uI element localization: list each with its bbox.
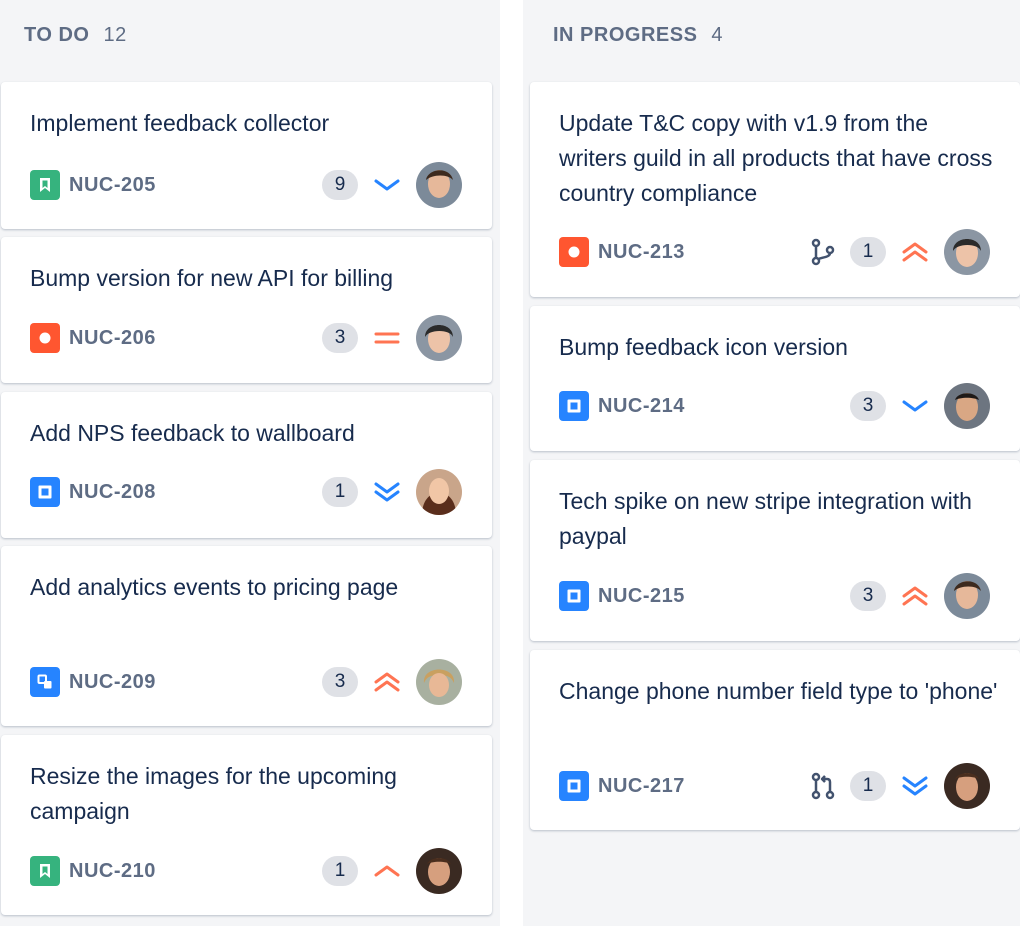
assignee-avatar[interactable] — [944, 763, 990, 809]
issue-summary: Add analytics events to pricing page — [30, 574, 399, 600]
assignee-avatar[interactable] — [416, 315, 462, 361]
story-icon — [30, 170, 60, 200]
priority-low-icon — [370, 168, 404, 202]
task-icon — [559, 771, 589, 801]
priority-highest-icon — [898, 579, 932, 613]
story-points-badge: 3 — [850, 581, 886, 611]
issue-meta: NUC-210 1 — [30, 848, 462, 894]
issue-card[interactable]: Tech spike on new stripe integration wit… — [530, 460, 1020, 641]
issue-card[interactable]: Add NPS feedback to wallboard NUC-208 1 — [1, 392, 492, 538]
assignee-avatar[interactable] — [944, 229, 990, 275]
issue-key[interactable]: NUC-208 — [69, 481, 156, 504]
issue-summary: Implement feedback collector — [30, 110, 330, 136]
assignee-avatar[interactable] — [416, 162, 462, 208]
task-icon — [559, 391, 589, 421]
story-points-badge: 3 — [322, 667, 358, 697]
story-points-badge: 9 — [322, 170, 358, 200]
task-icon — [30, 477, 60, 507]
bug-icon — [559, 237, 589, 267]
issue-card[interactable]: Bump feedback icon version NUC-214 3 — [530, 306, 1020, 451]
issue-summary: Update T&C copy with v1.9 from the write… — [559, 110, 993, 206]
issue-summary: Bump version for new API for billing — [30, 265, 394, 291]
bug-icon — [30, 323, 60, 353]
priority-highest-icon — [898, 235, 932, 269]
subtask-icon — [30, 667, 60, 697]
issue-key[interactable]: NUC-213 — [598, 241, 685, 264]
column-todo: TO DO 12 Implement feedback collector NU… — [0, 0, 500, 926]
issue-meta: NUC-217 1 — [559, 763, 990, 809]
issue-key[interactable]: NUC-209 — [69, 671, 156, 694]
assignee-avatar[interactable] — [944, 573, 990, 619]
branch-icon[interactable] — [806, 235, 840, 269]
story-points-badge: 1 — [322, 856, 358, 886]
issue-key[interactable]: NUC-210 — [69, 860, 156, 883]
issue-summary: Change phone number field type to 'phone… — [559, 678, 998, 704]
issue-meta: NUC-214 3 — [559, 383, 990, 429]
task-icon — [559, 581, 589, 611]
column-header: TO DO 12 — [24, 24, 127, 47]
issue-card[interactable]: Bump version for new API for billing NUC… — [1, 237, 492, 383]
column-count: 4 — [711, 24, 724, 46]
assignee-avatar[interactable] — [416, 469, 462, 515]
priority-medium-icon — [370, 321, 404, 355]
story-points-badge: 3 — [322, 323, 358, 353]
priority-low-icon — [898, 389, 932, 423]
issue-meta: NUC-205 9 — [30, 162, 462, 208]
column-count: 12 — [103, 24, 127, 46]
issue-key[interactable]: NUC-217 — [598, 775, 685, 798]
issue-card[interactable]: Change phone number field type to 'phone… — [530, 650, 1020, 830]
column-in-progress: IN PROGRESS 4 Update T&C copy with v1.9 … — [523, 0, 1020, 926]
story-points-badge: 3 — [850, 391, 886, 421]
issue-card[interactable]: Resize the images for the upcoming campa… — [1, 735, 492, 915]
priority-lowest-icon — [370, 475, 404, 509]
story-points-badge: 1 — [850, 771, 886, 801]
issue-meta: NUC-206 3 — [30, 315, 462, 361]
story-icon — [30, 856, 60, 886]
column-header: IN PROGRESS 4 — [553, 24, 723, 47]
issue-key[interactable]: NUC-205 — [69, 174, 156, 197]
issue-key[interactable]: NUC-214 — [598, 395, 685, 418]
issue-card[interactable]: Add analytics events to pricing page NUC… — [1, 546, 492, 726]
priority-high-icon — [370, 854, 404, 888]
issue-summary: Bump feedback icon version — [559, 334, 848, 360]
column-title: IN PROGRESS — [553, 24, 698, 46]
story-points-badge: 1 — [850, 237, 886, 267]
story-points-badge: 1 — [322, 477, 358, 507]
column-title: TO DO — [24, 24, 90, 46]
issue-key[interactable]: NUC-206 — [69, 327, 156, 350]
issue-key[interactable]: NUC-215 — [598, 585, 685, 608]
issue-meta: NUC-215 3 — [559, 573, 990, 619]
issue-meta: NUC-209 3 — [30, 659, 462, 705]
issue-summary: Tech spike on new stripe integration wit… — [559, 488, 972, 549]
issue-card[interactable]: Update T&C copy with v1.9 from the write… — [530, 82, 1020, 297]
assignee-avatar[interactable] — [416, 659, 462, 705]
issue-meta: NUC-208 1 — [30, 469, 462, 515]
issue-card[interactable]: Implement feedback collector NUC-205 9 — [1, 82, 492, 229]
issue-summary: Add NPS feedback to wallboard — [30, 420, 355, 446]
assignee-avatar[interactable] — [416, 848, 462, 894]
issue-meta: NUC-213 1 — [559, 229, 990, 275]
pull-request-icon[interactable] — [806, 769, 840, 803]
issue-summary: Resize the images for the upcoming campa… — [30, 763, 397, 824]
priority-lowest-icon — [898, 769, 932, 803]
priority-highest-icon — [370, 665, 404, 699]
assignee-avatar[interactable] — [944, 383, 990, 429]
